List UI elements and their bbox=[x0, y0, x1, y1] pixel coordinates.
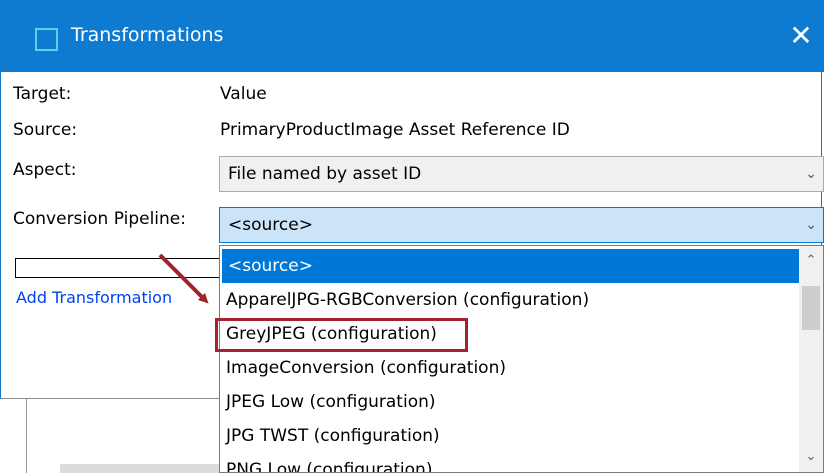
annotation-arrow bbox=[158, 253, 209, 304]
